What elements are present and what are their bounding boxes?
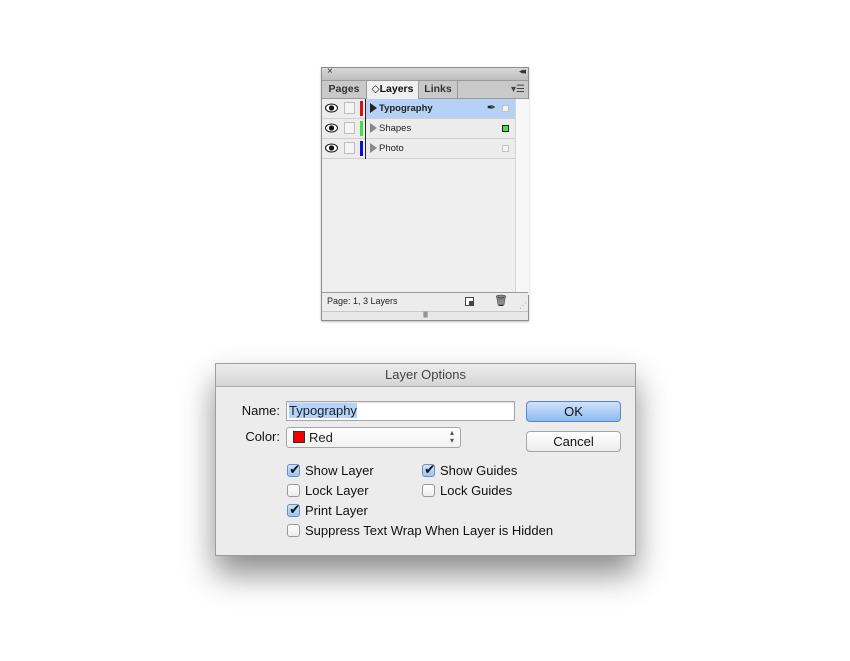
page-layer-count: Page: 1, 3 Layers — [327, 296, 398, 306]
layer-color-bar — [360, 141, 363, 156]
collapse-icon[interactable]: ◂◂ — [519, 66, 526, 77]
selection-square[interactable] — [502, 125, 509, 132]
resize-grip-icon[interactable]: ⋰ — [519, 301, 527, 310]
color-swatch — [293, 431, 305, 443]
checkbox-label: Lock Guides — [440, 483, 513, 498]
layers-panel: × ◂◂ Pages ◇Layers Links ▾☰ Typography ✒ — [321, 66, 529, 321]
checkbox-box[interactable] — [287, 524, 300, 537]
lock-toggle[interactable] — [344, 102, 355, 114]
layer-options-dialog: Layer Options Name: Typography Color: Re… — [215, 363, 636, 556]
name-label: Name: — [241, 403, 280, 418]
close-icon[interactable]: × — [327, 66, 333, 77]
eye-icon[interactable] — [325, 103, 338, 113]
color-select-value: Red — [309, 430, 333, 445]
selection-square[interactable] — [502, 145, 509, 152]
layer-row-photo[interactable]: Photo — [322, 139, 515, 159]
color-label: Color: — [245, 429, 280, 444]
checkbox-box[interactable]: ✔ — [287, 501, 301, 517]
eye-icon[interactable] — [325, 143, 338, 153]
panel-menu-icon[interactable]: ▾☰ — [511, 81, 525, 98]
updown-arrows-icon: ▴ ▾ — [449, 428, 454, 445]
checkbox-label: Suppress Text Wrap When Layer is Hidden — [305, 523, 554, 538]
layer-name: Shapes — [379, 123, 412, 134]
checkbox-label: Lock Layer — [305, 483, 369, 498]
lock-toggle[interactable] — [344, 142, 355, 154]
cancel-button[interactable]: Cancel — [526, 431, 621, 452]
name-input-value: Typography — [289, 403, 357, 418]
checkbox-box[interactable] — [422, 484, 435, 497]
drag-handle-icon[interactable]: |||||||| — [423, 312, 429, 319]
layer-color-bar — [360, 121, 363, 136]
expand-triangle-icon[interactable] — [370, 143, 377, 153]
layer-row-shapes[interactable]: Shapes — [322, 119, 515, 139]
checkbox-box[interactable] — [287, 484, 300, 497]
checkmark-icon: ✔ — [424, 461, 436, 477]
checkmark-icon: ✔ — [289, 461, 301, 477]
tab-links[interactable]: Links — [419, 81, 458, 98]
name-input[interactable]: Typography — [286, 401, 515, 421]
eye-icon[interactable] — [325, 123, 338, 133]
layer-name-area[interactable]: Shapes — [366, 119, 515, 138]
expand-triangle-icon[interactable] — [370, 123, 377, 133]
checkmark-icon: ✔ — [289, 501, 301, 517]
layer-name-area[interactable]: Photo — [366, 139, 515, 158]
layer-name: Typography — [379, 103, 433, 114]
scrollbar[interactable] — [515, 99, 529, 295]
checkbox-label: Show Layer — [305, 463, 374, 478]
layer-name-area[interactable]: Typography ✒ — [366, 99, 515, 118]
checkbox-box[interactable]: ✔ — [422, 461, 436, 477]
panel-footer: Page: 1, 3 Layers 🗑 ⋰ — [322, 292, 528, 311]
selection-square[interactable] — [502, 105, 509, 112]
panel-titlebar[interactable]: × ◂◂ — [322, 66, 528, 81]
layer-list: Typography ✒ Shapes Photo — [322, 99, 515, 159]
color-select[interactable]: Red ▴ ▾ — [286, 427, 461, 448]
expand-triangle-icon[interactable] — [370, 103, 377, 113]
layer-row-typography[interactable]: Typography ✒ — [322, 99, 515, 119]
dialog-title: Layer Options — [216, 364, 635, 387]
checkbox-label: Print Layer — [305, 503, 368, 518]
tab-layers[interactable]: ◇Layers — [367, 81, 419, 99]
pen-icon: ✒ — [486, 102, 496, 114]
panel-drag-strip[interactable]: |||||||| — [322, 311, 528, 320]
lock-toggle[interactable] — [344, 122, 355, 134]
checkbox-label: Show Guides — [440, 463, 518, 478]
new-layer-icon[interactable] — [465, 297, 474, 306]
tab-pages[interactable]: Pages — [322, 81, 367, 98]
layer-color-bar — [360, 101, 363, 116]
checkbox-box[interactable]: ✔ — [287, 461, 301, 477]
panel-tabbar: Pages ◇Layers Links ▾☰ — [322, 81, 528, 99]
ok-button[interactable]: OK — [526, 401, 621, 422]
trash-icon[interactable]: 🗑 — [494, 294, 508, 307]
layer-name: Photo — [379, 143, 404, 154]
